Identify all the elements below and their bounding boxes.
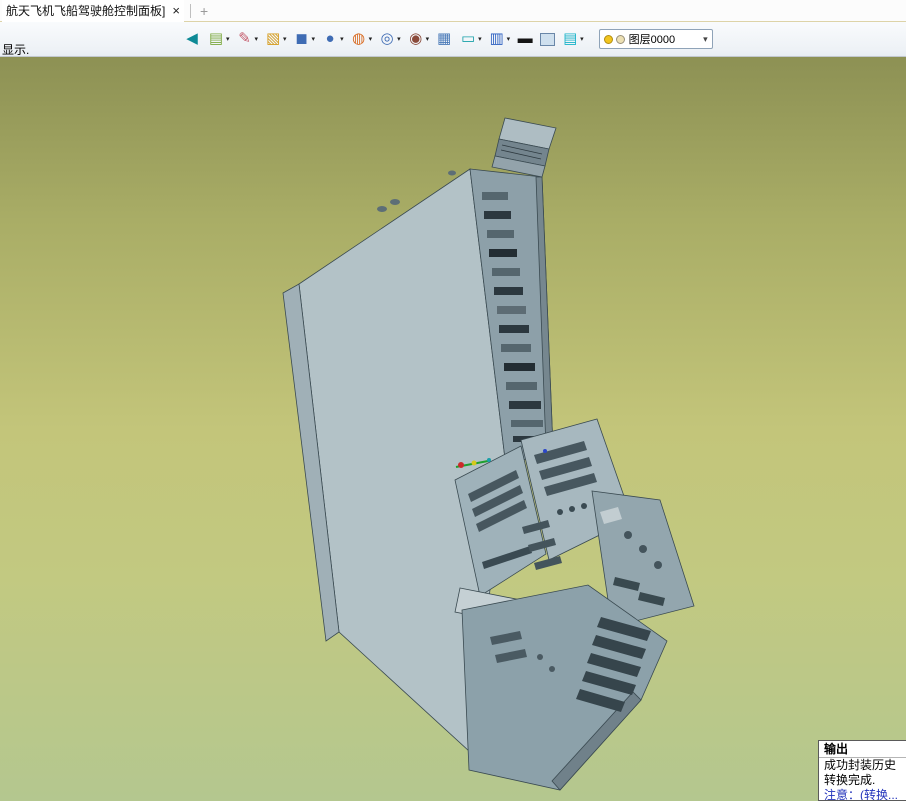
cyan-layers-icon: ▤ xyxy=(563,30,578,47)
chevron-down-icon[interactable]: ▾ xyxy=(312,35,316,43)
black-bar-icon: ▬ xyxy=(517,30,533,47)
new-tab-button[interactable]: + xyxy=(200,4,208,18)
chevron-down-icon[interactable]: ▾ xyxy=(580,35,584,43)
chevron-down-icon[interactable]: ▾ xyxy=(397,35,401,43)
chevron-down-icon[interactable]: ▾ xyxy=(426,35,430,43)
output-panel-title: 输出 xyxy=(819,741,906,758)
image-view-icon: ▦ xyxy=(437,30,452,47)
toolbar: ◀ ▤ ▾ ✎ ▾ ▧ ▾ ◼ ▾ ● ▾ ◍ ▾ ◎ ▾ ◉ ▾ ▦ ▭ ▾ ▥ ▾ ▬ ▤ ▾ 图层0000 ▾ xyxy=(0,22,906,57)
chevron-down-icon[interactable]: ▾ xyxy=(703,34,708,45)
tab-separator xyxy=(189,3,191,18)
chevron-down-icon[interactable]: ▾ xyxy=(369,35,373,43)
toolbar-items: ◀ ▤ ▾ ✎ ▾ ▧ ▾ ◼ ▾ ● ▾ ◍ ▾ ◎ ▾ ◉ ▾ ▦ ▭ ▾ ▥ ▾ ▬ ▤ ▾ xyxy=(180,31,587,47)
sketch-pen-icon-button[interactable]: ✎ ▾ xyxy=(236,30,259,47)
output-message-note: 注意：(转换... xyxy=(824,788,898,801)
layer-combo[interactable]: 图层0000 ▾ xyxy=(598,29,713,49)
chevron-down-icon[interactable]: ▾ xyxy=(507,35,511,43)
close-icon[interactable]: × xyxy=(172,4,180,17)
display-mode-icon: ▥ xyxy=(489,30,504,47)
application-window: 航天飞机飞船驾驶舱控制面板] × + ◀ ▤ ▾ ✎ ▾ ▧ ▾ ◼ ▾ ● ▾ ◍ ▾ ◎ ▾ ◉ ▾ ▦ ▭ ▾ ▥… xyxy=(0,0,906,801)
tab-bar: 航天飞机飞船驾驶舱控制面板] × + xyxy=(0,0,906,22)
wireframe-sphere-icon-button[interactable]: ◍ ▾ xyxy=(350,30,373,47)
sphere-icon-button[interactable]: ● ▾ xyxy=(321,31,344,47)
document-tab[interactable]: 航天飞机飞船驾驶舱控制面板] × xyxy=(2,0,184,22)
chevron-down-icon[interactable]: ▾ xyxy=(226,35,230,43)
black-bar-icon-button[interactable]: ▬ xyxy=(516,31,534,47)
measure-icon: ▭ xyxy=(461,30,476,47)
model-apex-box xyxy=(491,117,557,178)
chevron-down-icon[interactable]: ▾ xyxy=(478,35,482,43)
status-hint: 显示. xyxy=(2,43,30,57)
display-mode-icon-button[interactable]: ▥ ▾ xyxy=(488,31,511,47)
wireframe-sphere-icon: ◍ xyxy=(352,30,366,47)
sphere-icon: ● xyxy=(325,30,335,47)
return-icon-button[interactable]: ◀ xyxy=(183,31,201,47)
return-icon: ◀ xyxy=(186,30,198,47)
solid-cube-icon-button[interactable]: ◼ ▾ xyxy=(293,30,316,47)
layers-icon: ▤ xyxy=(208,30,224,47)
surface-box-icon: ▧ xyxy=(265,30,281,47)
tab-title: 航天飞机飞船驾驶舱控制面板] xyxy=(6,4,166,18)
image-view-icon-button[interactable]: ▦ xyxy=(435,31,453,47)
material-swatch-icon-button[interactable] xyxy=(540,32,556,46)
layers-icon-button[interactable]: ▤ ▾ xyxy=(207,31,230,47)
sketch-pen-icon: ✎ xyxy=(238,30,251,47)
cyan-layers-icon-button[interactable]: ▤ ▾ xyxy=(561,31,584,47)
bulb-icon xyxy=(603,34,613,44)
measure-icon-button[interactable]: ▭ ▾ xyxy=(459,31,482,47)
target-icon-button[interactable]: ◉ ▾ xyxy=(407,30,430,47)
chevron-down-icon[interactable]: ▾ xyxy=(283,35,287,43)
viewport-3d[interactable]: 输出 成功封装历史 转换完成. 注意：(转换... xyxy=(0,57,906,801)
material-swatch-icon xyxy=(540,32,556,46)
chevron-down-icon[interactable]: ▾ xyxy=(255,35,259,43)
solid-cube-icon: ◼ xyxy=(295,30,308,47)
target-icon: ◉ xyxy=(409,30,423,47)
surface-box-icon-button[interactable]: ▧ ▾ xyxy=(264,31,287,47)
output-message: 转换完成. xyxy=(824,773,876,787)
layer-name: 图层0000 xyxy=(628,34,676,46)
output-message: 成功封装历史 xyxy=(824,758,897,772)
chevron-down-icon[interactable]: ▾ xyxy=(340,35,344,43)
circle-tool-icon-button[interactable]: ◎ ▾ xyxy=(378,31,401,47)
circle-tool-icon: ◎ xyxy=(380,30,394,47)
model-3d xyxy=(282,117,695,791)
layer-color-swatch xyxy=(615,34,625,44)
output-panel: 输出 成功封装历史 转换完成. 注意：(转换... xyxy=(818,740,906,801)
